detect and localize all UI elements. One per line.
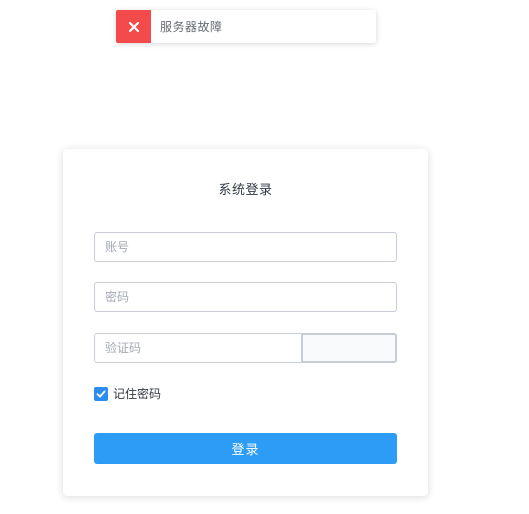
close-icon: [128, 21, 139, 32]
page: 服务器故障 系统登录 记住密码 登录: [0, 0, 529, 514]
remember-password-checkbox[interactable]: 记住密码: [94, 385, 161, 402]
login-card: 系统登录 记住密码 登录: [63, 149, 428, 496]
checkbox-checked-icon[interactable]: [94, 386, 108, 401]
login-title: 系统登录: [218, 183, 273, 198]
error-toast: 服务器故障: [116, 10, 376, 43]
captcha-image[interactable]: [301, 333, 397, 363]
password-input[interactable]: [94, 282, 397, 312]
toast-icon-box: [116, 10, 151, 43]
toast-message: 服务器故障: [160, 20, 223, 34]
captcha-input[interactable]: [94, 333, 302, 363]
login-button[interactable]: 登录: [94, 433, 397, 464]
remember-password-label: 记住密码: [113, 387, 162, 401]
account-input[interactable]: [94, 232, 397, 262]
